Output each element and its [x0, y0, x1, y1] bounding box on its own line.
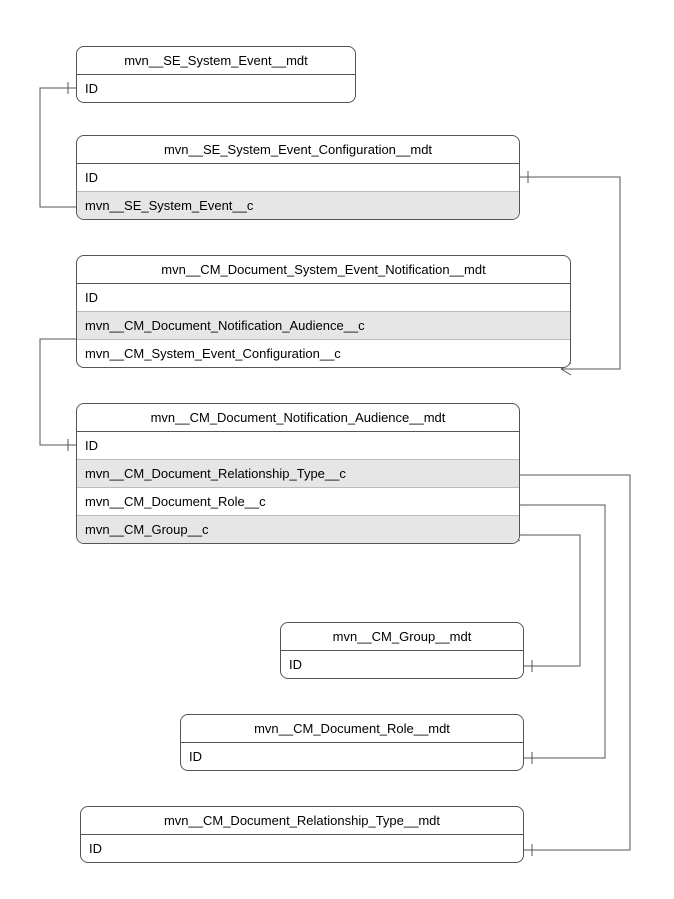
entity-se-system-event-configuration: mvn__SE_System_Event_Configuration__mdt …: [76, 135, 520, 220]
entity-cm-document-system-event-notification: mvn__CM_Document_System_Event_Notificati…: [76, 255, 571, 368]
entity-cm-document-relationship-type: mvn__CM_Document_Relationship_Type__mdt …: [80, 806, 524, 863]
field-row: ID: [77, 432, 519, 460]
entity-cm-document-role: mvn__CM_Document_Role__mdt ID: [180, 714, 524, 771]
erd-canvas: mvn__SE_System_Event__mdt ID mvn__SE_Sys…: [0, 0, 674, 899]
field-row: ID: [181, 743, 523, 770]
entity-title: mvn__CM_Document_Notification_Audience__…: [77, 404, 519, 432]
field-row: ID: [281, 651, 523, 678]
field-row: mvn__CM_System_Event_Configuration__c: [77, 340, 570, 367]
field-row: mvn__CM_Document_Role__c: [77, 488, 519, 516]
entity-title: mvn__CM_Group__mdt: [281, 623, 523, 651]
field-row: ID: [77, 75, 355, 102]
field-row: mvn__CM_Document_Relationship_Type__c: [77, 460, 519, 488]
entity-title: mvn__SE_System_Event__mdt: [77, 47, 355, 75]
field-row: ID: [81, 835, 523, 862]
entity-title: mvn__CM_Document_Relationship_Type__mdt: [81, 807, 523, 835]
field-row: ID: [77, 164, 519, 192]
entity-se-system-event: mvn__SE_System_Event__mdt ID: [76, 46, 356, 103]
entity-title: mvn__CM_Document_Role__mdt: [181, 715, 523, 743]
field-row: mvn__CM_Document_Notification_Audience__…: [77, 312, 570, 340]
field-row: ID: [77, 284, 570, 312]
entity-title: mvn__CM_Document_System_Event_Notificati…: [77, 256, 570, 284]
field-row: mvn__SE_System_Event__c: [77, 192, 519, 219]
entity-cm-group: mvn__CM_Group__mdt ID: [280, 622, 524, 679]
field-row: mvn__CM_Group__c: [77, 516, 519, 543]
entity-cm-document-notification-audience: mvn__CM_Document_Notification_Audience__…: [76, 403, 520, 544]
entity-title: mvn__SE_System_Event_Configuration__mdt: [77, 136, 519, 164]
